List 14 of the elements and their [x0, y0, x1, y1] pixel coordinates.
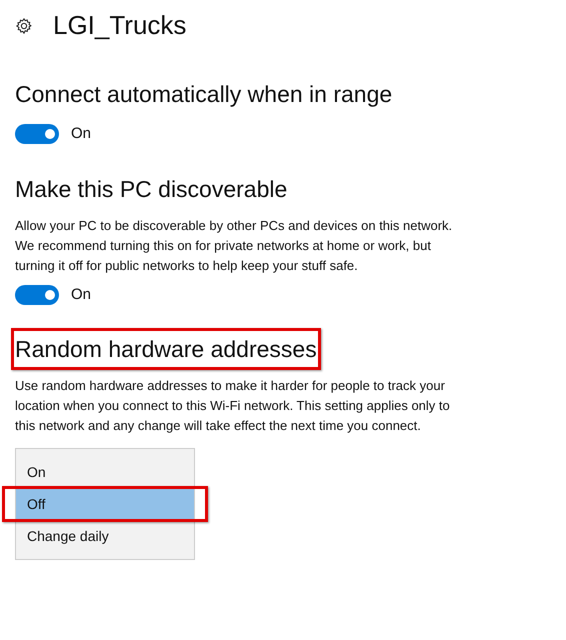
toggle-label: On [71, 124, 92, 144]
section-heading: Random hardware addresses [15, 335, 317, 364]
toggle-label: On [71, 284, 92, 304]
toggle-switch[interactable] [15, 124, 59, 144]
section-description: Use random hardware addresses to make it harder for people to track your location when you connect to this Wi-Fi network. This setting applies only to this network and any change will take effect the next time you connect. [15, 377, 451, 435]
dropdown-option[interactable]: On [16, 456, 194, 488]
dropdown-option[interactable]: Change daily [16, 520, 194, 552]
settings-icon [15, 16, 33, 34]
section-heading: Connect automatically when in range [15, 80, 392, 109]
section-description: Allow your PC to be discoverable by other PCs and devices on this network. We recommend turning this on for private networks at home or work, but turning it off for public networks to help keep your stuff safe. [15, 216, 454, 275]
dropdown-option[interactable]: Off [16, 488, 194, 520]
page-title: LGI_Trucks [53, 9, 186, 42]
section-heading: Make this PC discoverable [15, 174, 288, 204]
toggle-switch[interactable] [15, 284, 59, 305]
